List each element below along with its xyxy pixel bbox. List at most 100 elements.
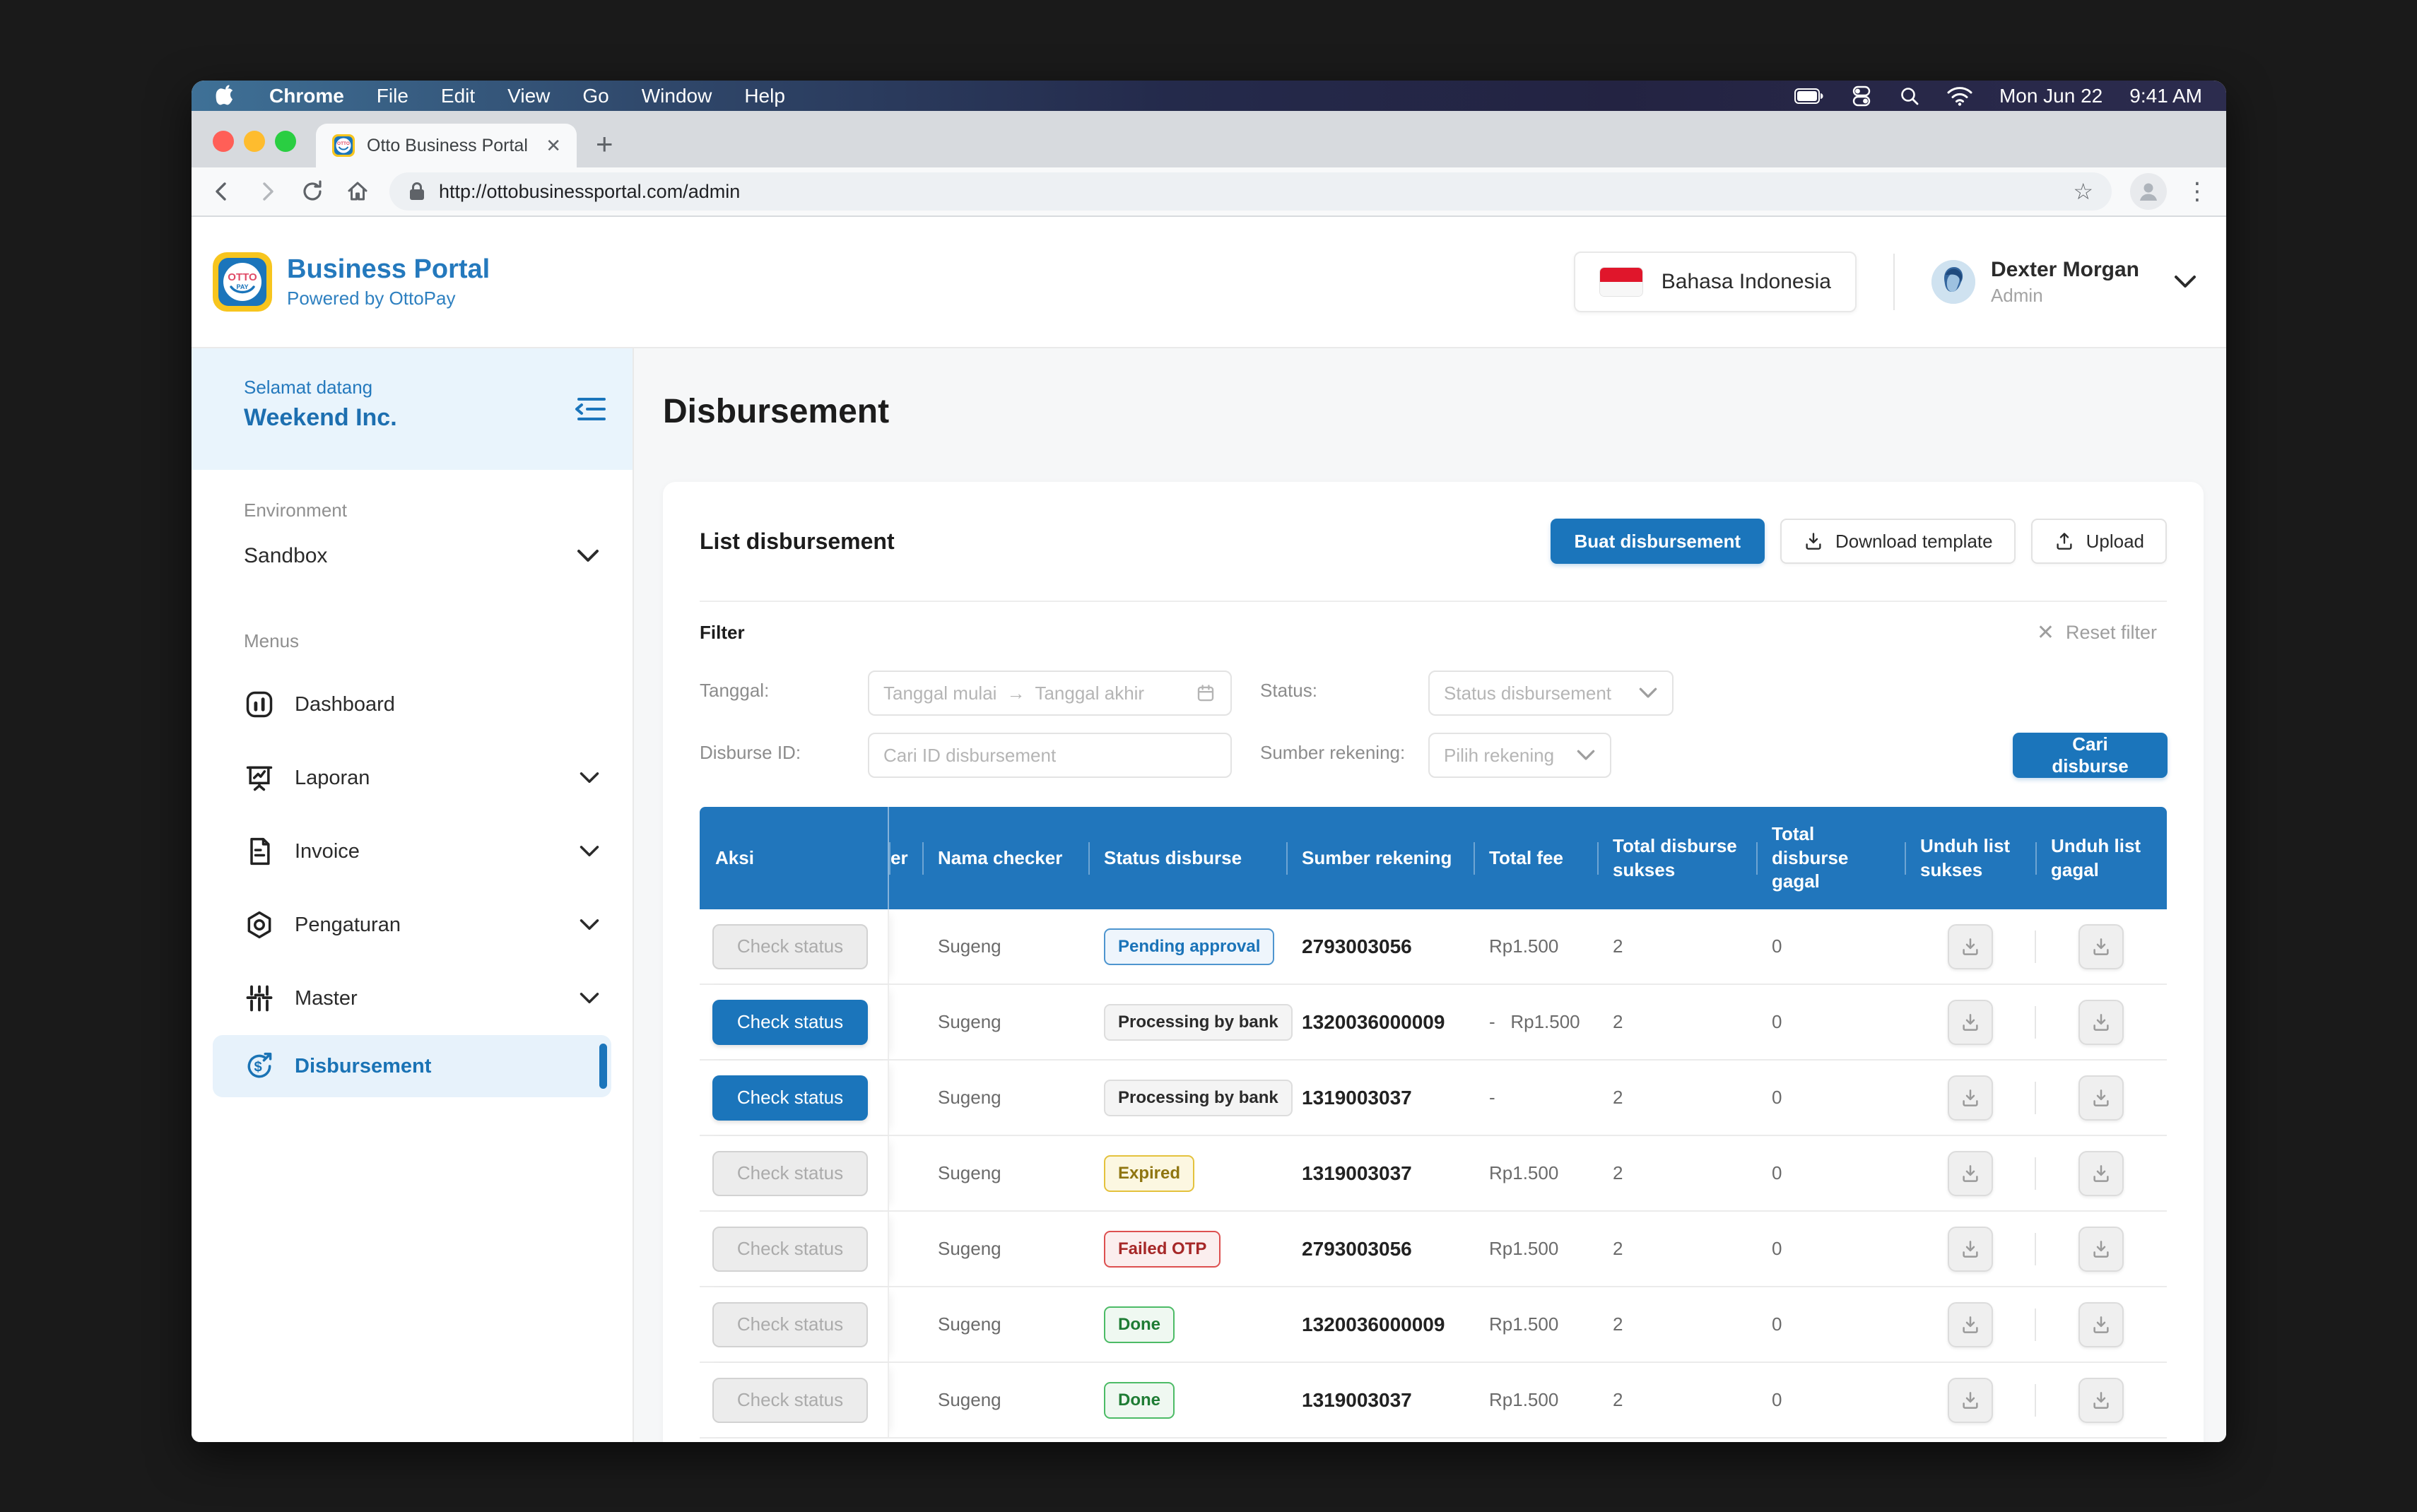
minimize-window-button[interactable] (244, 131, 265, 152)
tab-close-icon[interactable]: ✕ (546, 135, 561, 157)
download-gagal-button[interactable] (2078, 1378, 2124, 1423)
sidebar-item-pengaturan[interactable]: Pengaturan (192, 888, 633, 962)
unduh-sukses-cell (1905, 1136, 2035, 1210)
svg-text:OTTO: OTTO (337, 141, 350, 146)
main-content: Disbursement List disbursement Buat disb… (634, 348, 2226, 1442)
download-gagal-button[interactable] (2078, 1075, 2124, 1121)
total-gagal-cell: 0 (1756, 1061, 1905, 1135)
browser-menu-icon[interactable]: ⋮ (2185, 177, 2209, 206)
spotlight-search-icon[interactable] (1899, 85, 1920, 107)
check-status-button[interactable]: Check status (712, 1000, 868, 1045)
sumber-rekening-cell: 1320036000009 (1286, 1287, 1474, 1362)
user-menu[interactable]: Dexter Morgan Admin (1931, 258, 2197, 307)
check-status-button[interactable]: Check status (712, 1378, 868, 1423)
table-row: Check status Sugeng Expired 1319003037 R… (700, 1136, 2167, 1212)
download-sukses-button[interactable] (1948, 1227, 1993, 1272)
welcome-panel: Selamat datang Weekend Inc. (192, 348, 633, 470)
unduh-sukses-cell (1905, 1212, 2035, 1286)
menubar-time[interactable]: 9:41 AM (2129, 85, 2202, 107)
download-template-button[interactable]: Download template (1780, 519, 2016, 564)
chevron-down-icon (1638, 687, 1658, 699)
zoom-window-button[interactable] (275, 131, 296, 152)
column-status-disburse: Status disburse (1088, 807, 1286, 909)
rekening-select[interactable]: Pilih rekening (1428, 733, 1611, 778)
user-avatar (1931, 260, 1975, 304)
unduh-sukses-cell (1905, 1287, 2035, 1362)
menubar-date[interactable]: Mon Jun 22 (1999, 85, 2103, 107)
download-gagal-button[interactable] (2078, 1000, 2124, 1045)
browser-profile-icon[interactable] (2130, 173, 2167, 210)
search-disburse-button[interactable]: Cari disburse (2013, 733, 2168, 778)
apple-menu-icon[interactable] (216, 84, 237, 108)
sidebar-item-master[interactable]: Master (192, 962, 633, 1035)
disburse-id-input[interactable]: Cari ID disbursement (868, 733, 1232, 778)
status-badge: Processing by bank (1104, 1080, 1293, 1116)
bookmark-star-icon[interactable]: ☆ (2073, 178, 2093, 205)
lock-icon (408, 181, 426, 202)
menubar-item-view[interactable]: View (507, 85, 550, 107)
control-center-icon[interactable] (1851, 85, 1872, 107)
new-tab-button[interactable]: + (596, 129, 613, 159)
upload-button[interactable]: Upload (2031, 519, 2167, 564)
sidebar-item-disbursement[interactable]: $ Disbursement (213, 1035, 611, 1097)
sumber-rekening-label: Sumber rekening: (1260, 742, 1405, 764)
nama-maker-cell (889, 1363, 922, 1437)
browser-tab[interactable]: OTTO Otto Business Portal ✕ (316, 124, 577, 167)
sidebar-item-invoice[interactable]: Invoice (192, 815, 633, 888)
create-disbursement-button[interactable]: Buat disbursement (1551, 519, 1765, 564)
menubar-item-window[interactable]: Window (642, 85, 712, 107)
menubar-item-edit[interactable]: Edit (441, 85, 475, 107)
download-gagal-button[interactable] (2078, 924, 2124, 969)
wifi-icon[interactable] (1947, 86, 1972, 106)
nama-checker-cell: Sugeng (922, 985, 1088, 1059)
check-status-button[interactable]: Check status (712, 1075, 868, 1121)
page-title: Disbursement (663, 392, 2226, 431)
back-button[interactable] (208, 178, 235, 205)
status-placeholder: Status disbursement (1444, 683, 1611, 704)
status-select[interactable]: Status disbursement (1428, 671, 1674, 716)
aksi-cell: Check status (700, 909, 889, 984)
card-title: List disbursement (700, 528, 895, 555)
download-gagal-button[interactable] (2078, 1227, 2124, 1272)
user-chevron-down-icon[interactable] (2173, 274, 2197, 290)
sidebar-item-laporan[interactable]: Laporan (192, 741, 633, 815)
check-status-button[interactable]: Check status (712, 1302, 868, 1347)
download-gagal-button[interactable] (2078, 1151, 2124, 1196)
column-unduh-list-sukses: Unduh list sukses (1905, 807, 2035, 909)
download-sukses-button[interactable] (1948, 1302, 1993, 1347)
download-sukses-button[interactable] (1948, 1075, 1993, 1121)
forward-button[interactable] (254, 178, 281, 205)
aksi-cell: Check status (700, 1061, 889, 1135)
menubar-item-file[interactable]: File (377, 85, 408, 107)
menubar-item-help[interactable]: Help (744, 85, 785, 107)
language-selector[interactable]: Bahasa Indonesia (1574, 252, 1857, 312)
table-row: Check status Sugeng Pending approval 279… (700, 909, 2167, 985)
check-status-button[interactable]: Check status (712, 1151, 868, 1196)
column-sumber-rekening: Sumber rekening (1286, 807, 1474, 909)
sidebar-item-label: Pengaturan (295, 914, 559, 937)
nama-maker-cell (889, 1061, 922, 1135)
disbursement-card: List disbursement Buat disbursement Down… (663, 482, 2204, 1442)
environment-selector[interactable]: Sandbox (192, 533, 633, 579)
reload-button[interactable] (299, 178, 326, 205)
filter-section: Filter ✕ Reset filter Tanggal: Tanggal m… (700, 602, 2167, 807)
close-window-button[interactable] (213, 131, 234, 152)
sidebar-item-dashboard[interactable]: Dashboard (192, 668, 633, 741)
menubar-app-name[interactable]: Chrome (269, 85, 344, 107)
sidebar-collapse-icon[interactable] (575, 395, 607, 423)
download-gagal-button[interactable] (2078, 1302, 2124, 1347)
reset-filter-button[interactable]: ✕ Reset filter (2037, 620, 2157, 645)
battery-icon[interactable] (1794, 88, 1824, 104)
check-status-button[interactable]: Check status (712, 924, 868, 969)
menubar-item-go[interactable]: Go (582, 85, 608, 107)
address-bar[interactable]: http://ottobusinessportal.com/admin ☆ (389, 172, 2112, 211)
check-status-button[interactable]: Check status (712, 1227, 868, 1272)
download-sukses-button[interactable] (1948, 1378, 1993, 1423)
download-sukses-button[interactable] (1948, 1000, 1993, 1045)
indonesia-flag-icon (1599, 267, 1643, 297)
date-range-input[interactable]: Tanggal mulai → Tanggal akhir (868, 671, 1232, 716)
disburse-id-placeholder: Cari ID disbursement (883, 745, 1056, 767)
download-sukses-button[interactable] (1948, 924, 1993, 969)
download-sukses-button[interactable] (1948, 1151, 1993, 1196)
home-button[interactable] (344, 178, 371, 205)
